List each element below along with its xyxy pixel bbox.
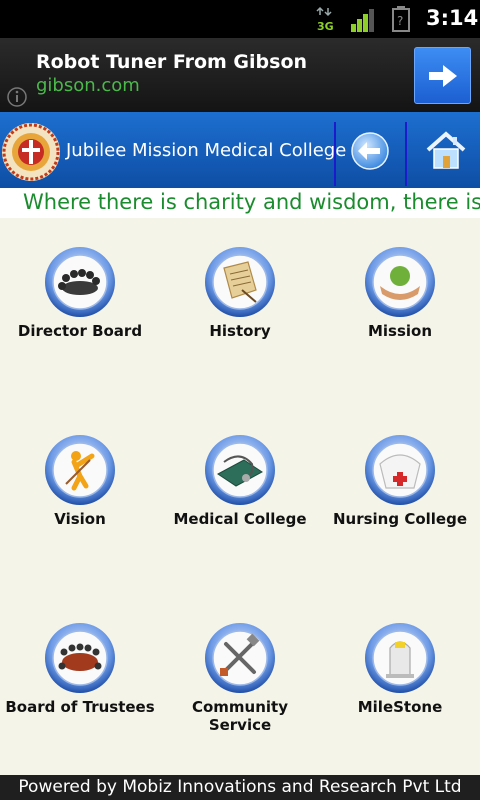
tile-label[interactable]: Director Board — [0, 322, 160, 340]
header-divider — [405, 122, 407, 186]
ad-go-button[interactable] — [414, 47, 471, 104]
footer-bar: Powered by Mobiz Innovations and Researc… — [0, 775, 480, 800]
home-icon[interactable] — [424, 128, 468, 172]
medical-college-icon[interactable] — [204, 434, 276, 506]
tile-label[interactable]: Medical College — [160, 510, 320, 528]
tile-label[interactable]: Board of Trustees — [0, 698, 160, 716]
network-3g-icon: 3G — [316, 6, 334, 32]
community-tools-icon[interactable] — [204, 622, 276, 694]
page-title: Jubilee Mission Medical College — [66, 140, 347, 161]
history-scroll-icon[interactable] — [204, 246, 276, 318]
tile-milestone[interactable]: MileStone — [320, 622, 480, 742]
network-type-label: 3G — [317, 20, 334, 32]
nursing-cap-icon[interactable] — [364, 434, 436, 506]
tile-label[interactable]: MileStone — [320, 698, 480, 716]
mission-hands-icon[interactable] — [364, 246, 436, 318]
tile-label[interactable]: Nursing College — [320, 510, 480, 528]
info-icon[interactable] — [6, 86, 28, 108]
footer-text: Powered by Mobiz Innovations and Researc… — [18, 777, 462, 797]
ad-url[interactable]: gibson.com — [36, 75, 140, 96]
director-board-icon[interactable] — [44, 246, 116, 318]
tile-label[interactable]: Community Service — [160, 698, 320, 734]
quote-marquee: Where there is charity and wisdom, there… — [0, 188, 480, 218]
ad-title[interactable]: Robot Tuner From Gibson — [36, 51, 307, 73]
tile-community-service[interactable]: Community Service — [160, 622, 320, 742]
tile-vision[interactable]: Vision — [0, 434, 160, 554]
tile-history[interactable]: History — [160, 246, 320, 366]
tile-label[interactable]: Vision — [0, 510, 160, 528]
board-table-icon[interactable] — [44, 622, 116, 694]
college-logo-icon — [2, 123, 60, 181]
clock-time: 3:14 — [426, 6, 479, 30]
tile-label[interactable]: History — [160, 322, 320, 340]
arrow-right-icon — [429, 65, 457, 87]
marquee-text: Where there is charity and wisdom, there… — [23, 190, 480, 214]
svg-text:?: ? — [397, 14, 403, 28]
tile-board-of-trustees[interactable]: Board of Trustees — [0, 622, 160, 742]
ad-banner[interactable]: Robot Tuner From Gibson gibson.com — [0, 38, 480, 112]
header-divider — [334, 122, 336, 186]
tile-label[interactable]: Mission — [320, 322, 480, 340]
back-arrow-icon[interactable] — [350, 131, 390, 171]
tile-director-board[interactable]: Director Board — [0, 246, 160, 366]
tile-nursing-college[interactable]: Nursing College — [320, 434, 480, 554]
milestone-icon[interactable] — [364, 622, 436, 694]
battery-unknown-icon: ? — [392, 6, 410, 32]
vision-figure-icon[interactable] — [44, 434, 116, 506]
tile-medical-college[interactable]: Medical College — [160, 434, 320, 554]
signal-strength-icon — [351, 9, 374, 32]
status-bar: 3G ? 3:14 — [0, 0, 480, 38]
tile-mission[interactable]: Mission — [320, 246, 480, 366]
